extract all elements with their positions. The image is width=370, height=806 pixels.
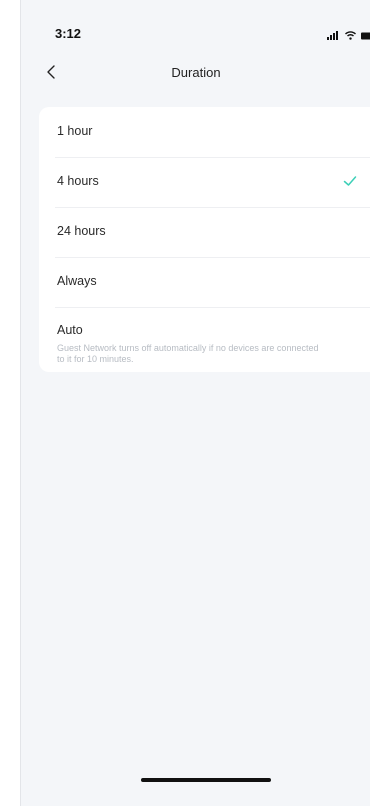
option-label: 1 hour [57,124,93,138]
status-icons [327,27,370,45]
option-label: 4 hours [57,174,99,188]
option-24-hours[interactable]: 24 hours [39,207,370,257]
option-label: 24 hours [57,224,106,238]
battery-icon [361,27,370,45]
option-4-hours[interactable]: 4 hours [39,157,370,207]
home-indicator [141,778,271,782]
wifi-icon [345,27,356,45]
option-always[interactable]: Always [39,257,370,307]
check-icon [343,174,357,188]
option-1-hour[interactable]: 1 hour [39,107,370,157]
option-description: Guest Network turns off automatically if… [57,343,319,364]
option-auto[interactable]: Auto Guest Network turns off automatical… [39,307,370,372]
nav-bar: Duration [21,62,370,90]
duration-options-list: 1 hour 4 hours 24 hours Always Auto Gues… [39,107,370,372]
cellular-signal-icon [327,27,340,45]
status-bar: 3:12 [21,0,370,62]
status-time: 3:12 [55,26,82,41]
option-label: Always [57,274,97,288]
option-label: Auto [57,323,83,337]
phone-screen: 3:12 Duration 1 hour 4 hours 24 hours Al… [20,0,370,806]
page-title: Duration [171,65,221,80]
